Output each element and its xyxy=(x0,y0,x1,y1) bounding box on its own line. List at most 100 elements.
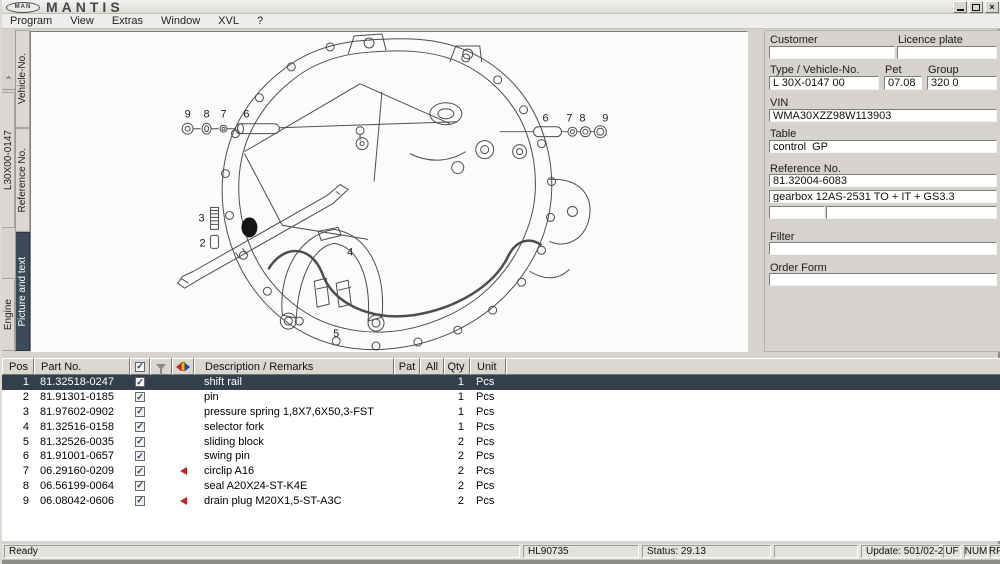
group-input[interactable] xyxy=(927,76,997,90)
order-form-input[interactable] xyxy=(769,273,997,286)
row-checkbox-icon[interactable]: ✓ xyxy=(135,437,145,447)
callout-7-left[interactable]: 7 xyxy=(220,109,226,121)
callout-6-left[interactable]: 6 xyxy=(243,109,249,121)
callout-9-left[interactable]: 9 xyxy=(185,109,191,121)
row-qty: 2 xyxy=(444,449,470,464)
filter-input[interactable] xyxy=(769,242,997,255)
row-checkbox-icon[interactable]: ✓ xyxy=(135,407,145,417)
status-empty xyxy=(774,545,858,558)
callout-3[interactable]: 3 xyxy=(199,212,205,224)
reference-desc-input[interactable] xyxy=(769,190,997,203)
callout-8-right[interactable]: 8 xyxy=(579,113,585,125)
type-vehicle-no-label: Type / Vehicle-No. xyxy=(770,64,859,76)
table-row-1[interactable]: 1 81.32518-0247 ✓ shift rail 1 Pcs xyxy=(2,375,1000,390)
menu-window[interactable]: Window xyxy=(161,15,200,27)
row-description: circlip A16 xyxy=(194,464,394,479)
type-vehicle-no-input[interactable] xyxy=(769,76,879,90)
row-checkbox-icon[interactable]: ✓ xyxy=(135,377,145,387)
table-row-7[interactable]: 7 06.29160-0209 ✓ circlip A16 2 Pcs xyxy=(2,464,1000,479)
callout-2[interactable]: 2 xyxy=(200,237,206,249)
table-label: Table xyxy=(770,128,796,140)
callout-8-left[interactable]: 8 xyxy=(204,109,210,121)
header-part-no[interactable]: Part No. xyxy=(34,358,130,375)
callout-7-right[interactable]: 7 xyxy=(566,113,572,125)
table-row-3[interactable]: 3 81.97602-0902 ✓ pressure spring 1,8X7,… xyxy=(2,405,1000,420)
row-checkbox-icon[interactable]: ✓ xyxy=(135,451,145,461)
row-description: shift rail xyxy=(194,375,394,390)
row-unit: Pcs xyxy=(470,493,506,508)
menu-view[interactable]: View xyxy=(70,15,94,27)
header-pat[interactable]: Pat xyxy=(394,358,420,375)
vin-label: VIN xyxy=(770,97,788,109)
minimize-icon xyxy=(957,9,964,11)
vin-input[interactable] xyxy=(769,109,997,122)
status-bar: Ready HL90735 Status: 29.13 Update: 501/… xyxy=(2,544,1000,559)
reference-aux2-input[interactable] xyxy=(826,206,997,219)
header-unit[interactable]: Unit xyxy=(470,358,506,375)
sidebar-tab-picture-and-text[interactable]: Picture and text xyxy=(16,232,30,351)
gearbox-exploded-drawing: 9 8 7 6 6 7 8 9 3 2 1 4 5 xyxy=(31,32,747,351)
customer-input[interactable] xyxy=(769,46,895,59)
row-part-no: 06.08042-0606 xyxy=(34,493,130,508)
header-filter[interactable] xyxy=(150,358,172,375)
app-logo: MAN MANTIS xyxy=(6,0,124,14)
table-row-5[interactable]: 5 81.32526-0035 ✓ sliding block 2 Pcs xyxy=(2,434,1000,449)
table-row-9[interactable]: 9 06.08042-0606 ✓ drain plug M20X1,5-ST-… xyxy=(2,493,1000,508)
sidebar-tab-engine[interactable]: Engine xyxy=(2,278,15,351)
sidebar-tab-vehicle-id[interactable]: L30X00-0147 xyxy=(2,92,15,228)
row-pos: 3 xyxy=(2,405,34,420)
callout-9-right[interactable]: 9 xyxy=(602,113,608,125)
table-row-6[interactable]: 6 81.91001-0657 ✓ swing pin 2 Pcs xyxy=(2,449,1000,464)
row-checkbox-icon[interactable]: ✓ xyxy=(135,481,145,491)
callout-5[interactable]: 5 xyxy=(333,328,339,340)
restore-button[interactable] xyxy=(969,1,983,13)
callout-4[interactable]: 4 xyxy=(347,246,353,258)
parts-diagram-panel: 9 8 7 6 6 7 8 9 3 2 1 4 5 xyxy=(30,31,748,352)
minimize-button[interactable] xyxy=(953,1,967,13)
row-checkbox-icon[interactable]: ✓ xyxy=(135,496,145,506)
licence-plate-input[interactable] xyxy=(897,46,997,59)
row-part-no: 81.91001-0657 xyxy=(34,449,130,464)
sidebar-tab-vehicle-no[interactable]: Vehicle-No. xyxy=(16,30,30,128)
status-ready: Ready xyxy=(4,545,520,558)
pet-label: Pet xyxy=(885,64,902,76)
collapse-chevron-icon: › xyxy=(3,76,14,79)
reference-no-input[interactable] xyxy=(769,174,997,187)
table-row-8[interactable]: 8 06.56199-0064 ✓ seal A20X24-ST-K4E 2 P… xyxy=(2,479,1000,494)
menu-extras[interactable]: Extras xyxy=(112,15,143,27)
header-part-flag[interactable] xyxy=(172,358,194,375)
table-input[interactable] xyxy=(769,140,997,153)
window-bottom-edge xyxy=(2,559,1000,564)
table-row-4[interactable]: 4 81.32516-0158 ✓ selector fork 1 Pcs xyxy=(2,419,1000,434)
row-description: pressure spring 1,8X7,6X50,3-FST xyxy=(194,405,394,420)
sidebar-collapse-button[interactable]: › xyxy=(2,66,15,90)
reference-aux1-input[interactable] xyxy=(769,206,825,219)
header-all[interactable]: All xyxy=(420,358,444,375)
row-part-no: 81.97602-0902 xyxy=(34,405,130,420)
menu-xvl[interactable]: XVL xyxy=(218,15,239,27)
header-checkmark[interactable]: ✓ xyxy=(130,358,150,375)
header-description[interactable]: Description / Remarks xyxy=(194,358,394,375)
callout-1-selected[interactable]: 1 xyxy=(246,222,252,234)
row-qty: 2 xyxy=(444,493,470,508)
row-checkbox-icon[interactable]: ✓ xyxy=(135,422,145,432)
header-qty[interactable]: Qty xyxy=(444,358,470,375)
row-qty: 1 xyxy=(444,405,470,420)
menu-help[interactable]: ? xyxy=(257,15,263,27)
close-button[interactable]: × xyxy=(985,1,999,13)
callout-6-right[interactable]: 6 xyxy=(542,113,548,125)
row-unit: Pcs xyxy=(470,375,506,390)
pet-input[interactable] xyxy=(884,76,922,90)
app-title: MANTIS xyxy=(46,0,124,14)
status-value: Status: 29.13 xyxy=(642,545,771,558)
customer-label: Customer xyxy=(770,34,818,46)
table-row-2[interactable]: 2 81.91301-0185 ✓ pin 1 Pcs xyxy=(2,390,1000,405)
row-checkbox-icon[interactable]: ✓ xyxy=(135,392,145,402)
table-header: Pos Part No. ✓ Description / Remarks Pat… xyxy=(2,358,1000,375)
status-flag-uf: UF xyxy=(943,545,961,558)
row-part-no: 81.32518-0247 xyxy=(34,375,130,390)
menu-program[interactable]: Program xyxy=(10,15,52,27)
header-pos[interactable]: Pos xyxy=(2,358,34,375)
row-checkbox-icon[interactable]: ✓ xyxy=(135,466,145,476)
sidebar-tab-reference-no[interactable]: Reference No. xyxy=(16,128,30,232)
